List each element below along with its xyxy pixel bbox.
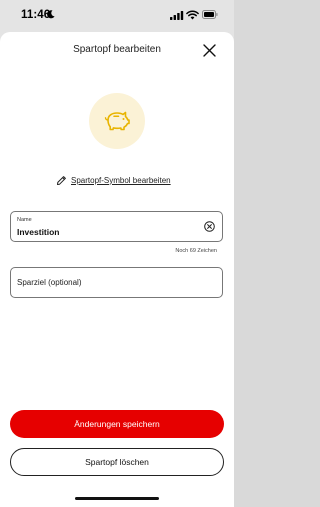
delete-pot-label: Spartopf löschen [85,457,149,467]
status-time: 11:46 [21,9,51,21]
name-field-label: Name [17,217,32,223]
edit-sheet: Spartopf bearbeiten Spartopf-Symbol bear… [0,32,234,507]
edit-symbol-label: Spartopf-Symbol bearbeiten [71,175,171,185]
status-bar: 11:46 [0,0,234,30]
wifi-icon [186,10,199,20]
name-field[interactable]: Name Investition [10,211,223,242]
cellular-signal-icon [170,11,184,20]
piggybank-icon [104,111,130,131]
sheet-title: Spartopf bearbeiten [73,44,161,55]
battery-icon [202,10,218,19]
character-counter: Noch 69 Zeichen [175,248,217,254]
savings-goal-field[interactable]: Sparziel (optional) [10,267,223,298]
moon-icon [47,10,55,19]
save-changes-label: Änderungen speichern [74,419,160,429]
name-field-value: Investition [17,227,60,237]
home-indicator [75,497,159,500]
piggybank-avatar [89,93,145,149]
delete-pot-button[interactable]: Spartopf löschen [10,448,224,476]
close-icon[interactable] [203,44,216,57]
pencil-icon [57,175,66,185]
savings-goal-placeholder: Sparziel (optional) [17,278,82,287]
save-changes-button[interactable]: Änderungen speichern [10,410,224,438]
clear-icon[interactable] [204,221,215,232]
screen: 11:46 Spartopf bearbeiten Spartopf-Symbo… [0,0,234,507]
sheet-header: Spartopf bearbeiten [0,32,234,68]
edit-symbol-link[interactable]: Spartopf-Symbol bearbeiten [56,174,171,186]
